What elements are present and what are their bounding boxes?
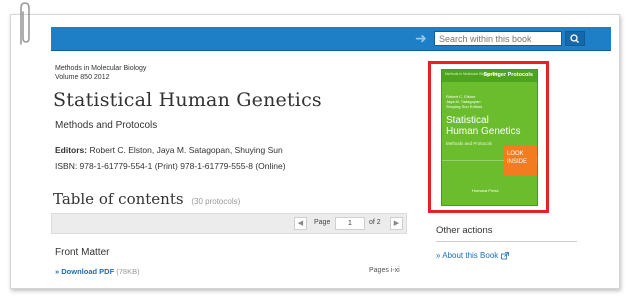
external-link-icon (500, 251, 509, 260)
cover-editor-line: Shuying Sun Editors (446, 104, 483, 109)
isbn-line: ISBN: 978-1-61779-554-1 (Print) 978-1-61… (55, 161, 286, 171)
arrow-right-icon: ➜ (415, 30, 427, 46)
book-subtitle: Methods and Protocols (55, 120, 158, 131)
other-actions-heading: Other actions (436, 225, 493, 236)
toc-title: Table of contents (53, 190, 184, 208)
look-inside-line: INSIDE (507, 159, 528, 165)
series-name: Methods in Molecular Biology (55, 65, 147, 72)
editors-line: Editors: Robert C. Elston, Jaya M. Satag… (55, 145, 283, 155)
cover-editors: Robert C. Elston Jaya M. Satagopan Shuyi… (446, 94, 482, 109)
pagination-bar: ◀ Page 1 of 2 ▶ (51, 213, 407, 234)
front-matter-pages: Pages i-xi (369, 267, 400, 274)
divider (436, 241, 577, 242)
next-page-button[interactable]: ▶ (390, 217, 403, 230)
cover-title: Statistical Human Genetics (446, 115, 520, 137)
page-card: ➜ Methods in Molecular Biology Volume 85… (10, 14, 620, 289)
search-input[interactable] (434, 31, 562, 46)
search-bar: ➜ (51, 27, 611, 51)
book-cover-frame[interactable]: Methods in Molecular Biology 850 Springe… (428, 61, 549, 213)
download-pdf-label: » Download PDF (55, 267, 115, 276)
cover-header: Methods in Molecular Biology 850 Springe… (442, 70, 537, 82)
page-title: Statistical Human Genetics (53, 89, 322, 111)
chevron-right-icon: ▶ (393, 220, 400, 227)
toc-count: (30 protocols) (191, 197, 241, 206)
about-book-label: » About this Book (436, 251, 499, 260)
download-size: (78KB) (116, 267, 140, 276)
chevron-left-icon: ◀ (297, 220, 304, 227)
cover-publisher: Humana Press (472, 188, 499, 193)
search-icon (570, 34, 579, 43)
front-matter-heading: Front Matter (55, 247, 110, 258)
look-inside-button[interactable]: LOOK INSIDE ▶ (504, 146, 538, 176)
cover-subtitle: Methods and Protocols (446, 141, 493, 146)
editors-label: Editors: (55, 145, 88, 155)
prev-page-button[interactable]: ◀ (294, 217, 307, 230)
download-pdf-link[interactable]: » Download PDF (78KB) (55, 267, 140, 276)
page-number-input[interactable]: 1 (335, 217, 365, 230)
cover-brand: Springer Protocols (483, 72, 533, 78)
about-book-link[interactable]: » About this Book (436, 251, 509, 260)
look-inside-line: LOOK (507, 151, 524, 157)
arrow-right-icon: ▶ (537, 156, 538, 164)
cover-title-line: Human Genetics (446, 126, 521, 137)
search-button[interactable] (565, 31, 585, 46)
book-cover[interactable]: Methods in Molecular Biology 850 Springe… (441, 69, 538, 206)
paperclip-icon (20, 2, 30, 45)
cover-title-line: Statistical (446, 115, 489, 126)
page-total: of 2 (369, 219, 381, 226)
volume-info: Volume 850 2012 (55, 74, 110, 81)
editors-names: Robert C. Elston, Jaya M. Satagopan, Shu… (89, 145, 283, 155)
toc-heading: Table of contents (30 protocols) (53, 190, 240, 208)
page-label: Page (314, 219, 331, 226)
